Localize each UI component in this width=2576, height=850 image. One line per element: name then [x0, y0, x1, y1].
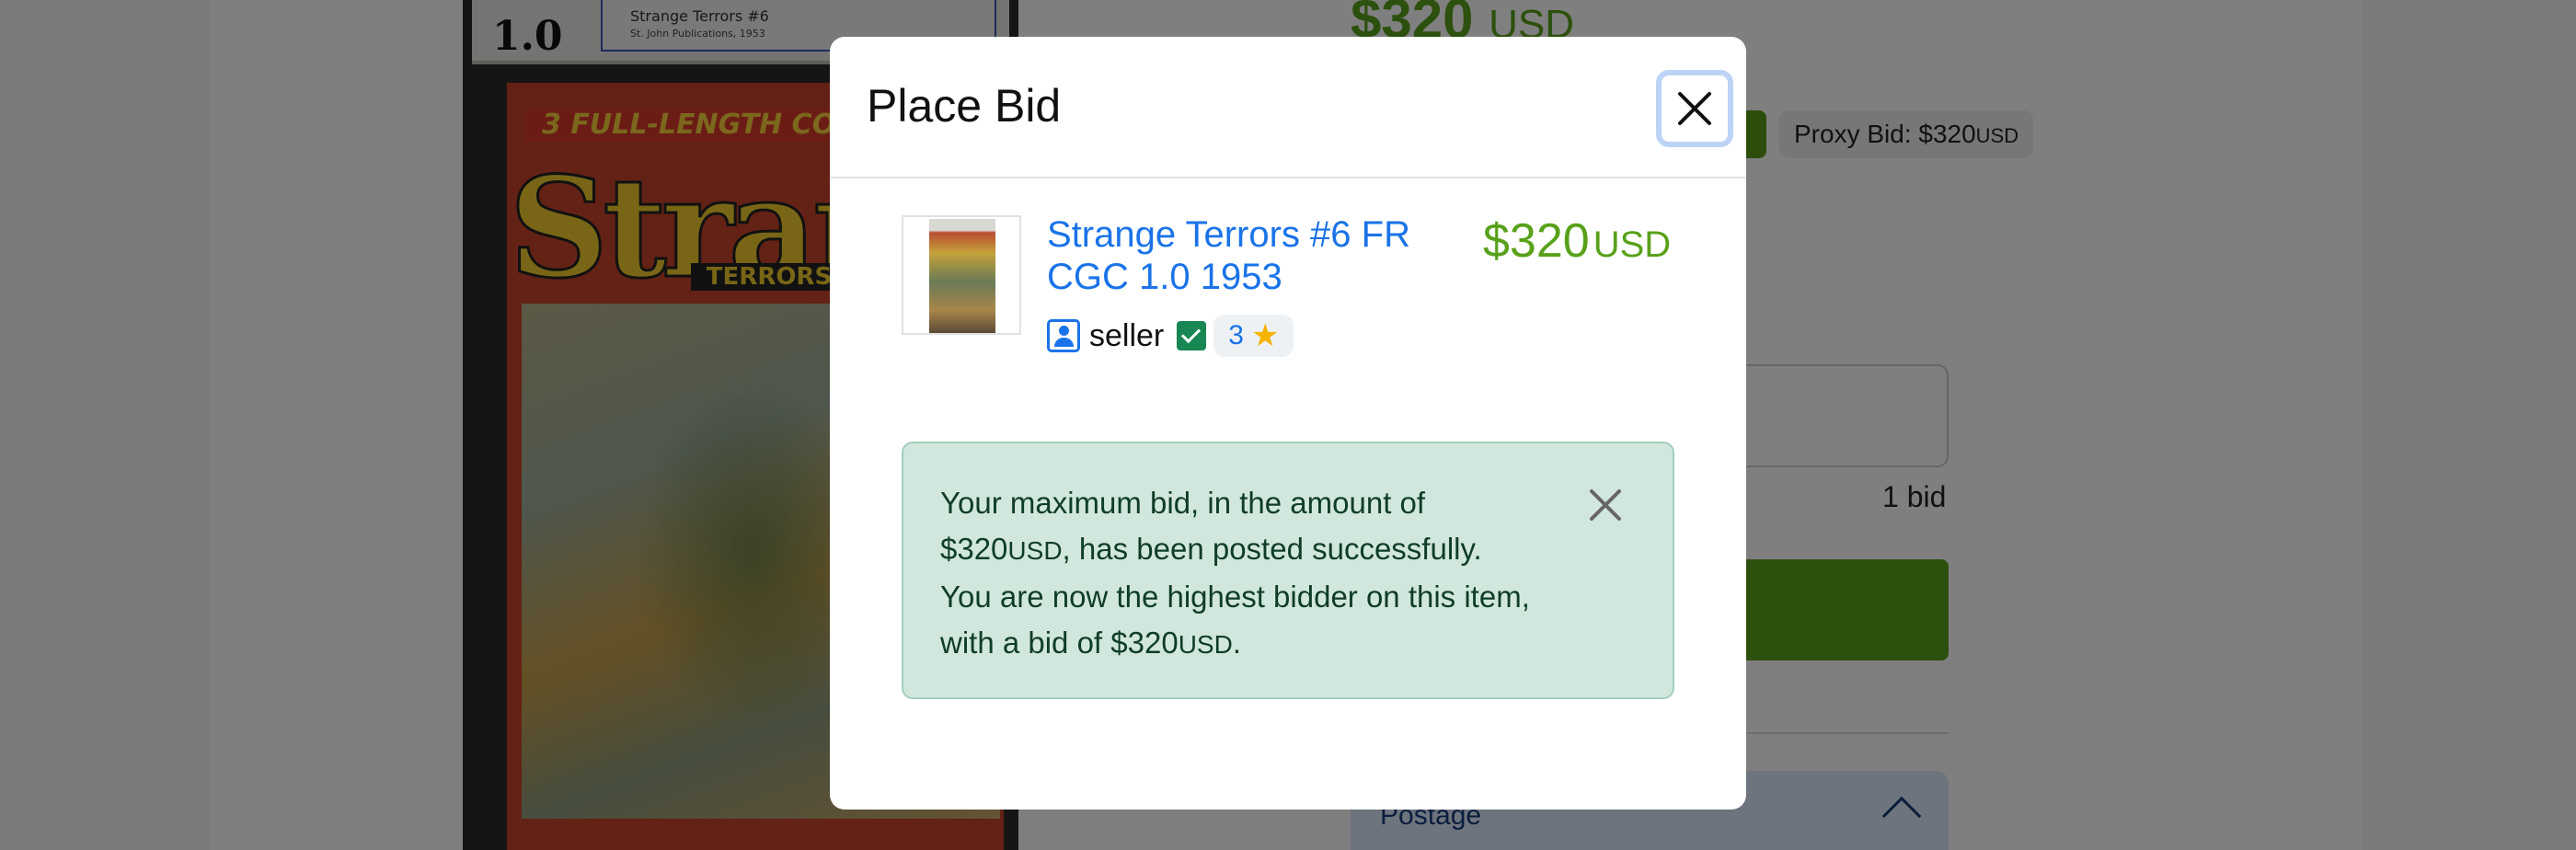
alert-message: Your maximum bid, in the amount of $320U…: [940, 480, 1584, 668]
modal-title: Place Bid: [867, 80, 1062, 132]
item-thumbnail-image: [929, 219, 995, 333]
close-icon: [1590, 489, 1621, 521]
alert-currency-2: USD: [1178, 630, 1233, 659]
user-icon: [1047, 319, 1080, 352]
alert-line-4-prefix: with a bid of: [940, 626, 1111, 660]
close-icon: [1678, 92, 1711, 125]
star-icon: ★: [1250, 317, 1280, 354]
close-button[interactable]: [1656, 70, 1733, 147]
item-thumbnail[interactable]: [902, 215, 1021, 335]
check-badge-icon: [1177, 321, 1207, 350]
alert-line-3: You are now the highest bidder on this i…: [940, 580, 1530, 614]
alert-line-4-suffix: .: [1232, 626, 1241, 660]
alert-amount-2: $320: [1110, 626, 1179, 660]
item-price-currency: USD: [1593, 224, 1672, 265]
success-alert: Your maximum bid, in the amount of $320U…: [902, 442, 1674, 699]
item-price: $320 USD: [1483, 213, 1671, 269]
alert-close-button[interactable]: [1582, 482, 1628, 528]
alert-amount-1: $320: [940, 532, 1008, 566]
alert-currency-1: USD: [1007, 536, 1063, 565]
seller-name[interactable]: seller: [1089, 318, 1164, 354]
seller-rating-badge[interactable]: 3 ★: [1213, 315, 1294, 357]
item-price-amount: $320: [1483, 214, 1590, 268]
seller-info: seller 3 ★: [1047, 315, 1294, 357]
modal-header: Place Bid: [830, 37, 1746, 178]
seller-rating: 3: [1228, 320, 1244, 350]
place-bid-modal: Place Bid Strange Terrors #6 FR CGC 1.0 …: [830, 37, 1746, 810]
alert-line-1: Your maximum bid, in the amount of: [940, 486, 1426, 520]
item-title-link[interactable]: Strange Terrors #6 FR CGC 1.0 1953: [1047, 213, 1470, 298]
alert-line-2: , has been posted successfully.: [1062, 532, 1482, 566]
